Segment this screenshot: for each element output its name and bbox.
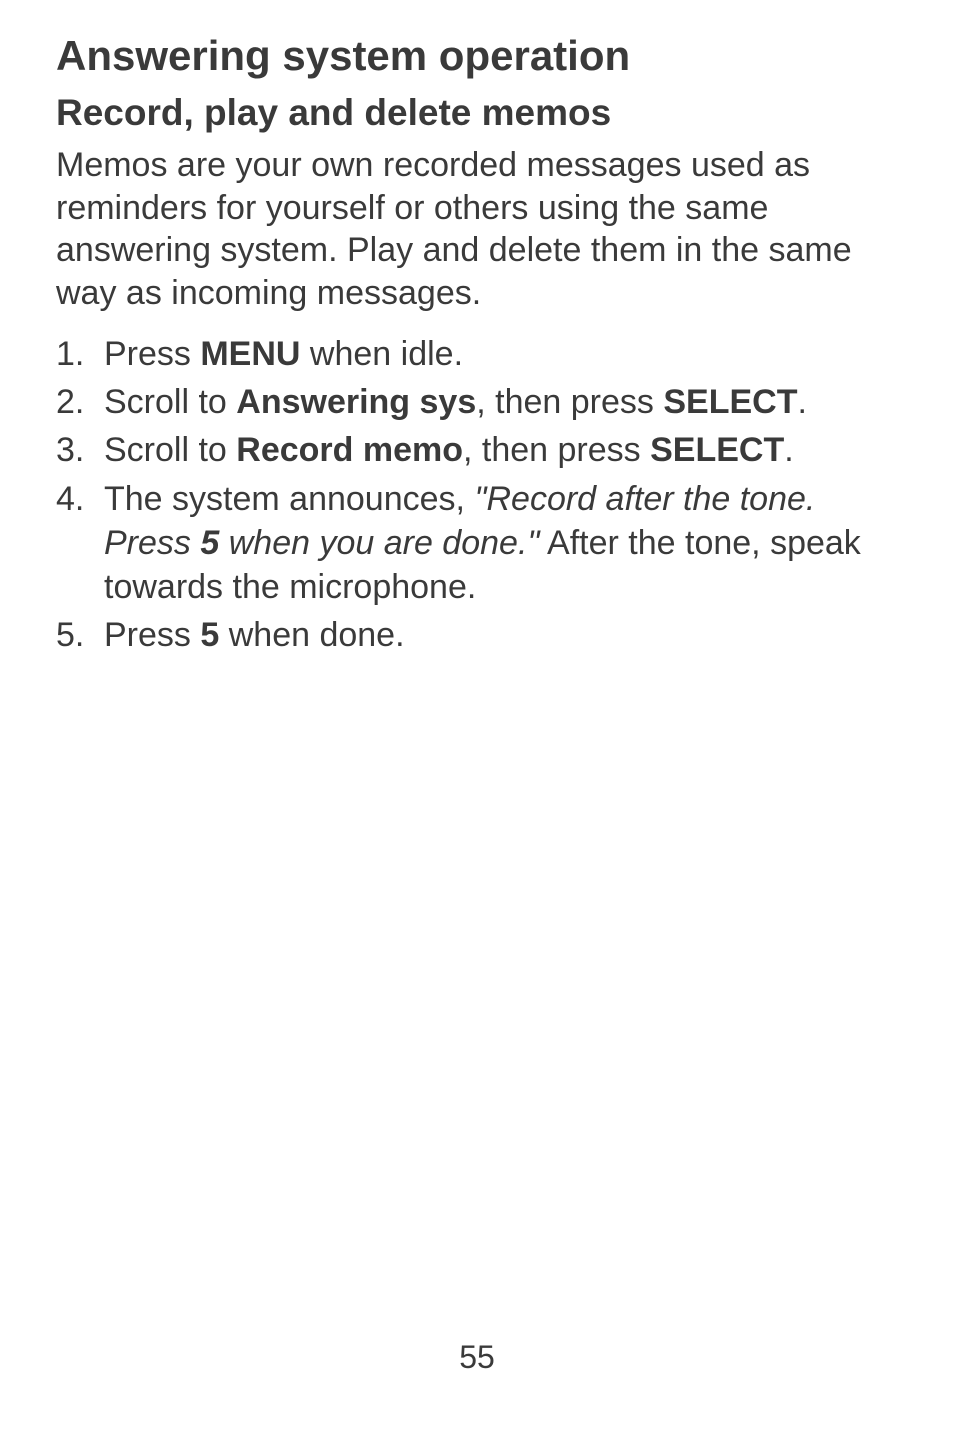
steps-list: Press MENU when idle. Scroll to Answerin… [56,332,898,657]
step-4: The system announces, "Record after the … [56,477,898,610]
step-text: when done. [219,616,404,654]
section-heading: Record, play and delete memos [56,92,898,134]
step-text: Scroll to [104,383,236,421]
step-bold: Answering sys [236,383,476,421]
step-1: Press MENU when idle. [56,332,898,376]
step-bold: SELECT [650,431,784,469]
step-text: The system announces, [104,480,474,518]
step-2: Scroll to Answering sys, then press SELE… [56,380,898,424]
step-text: Press [104,335,200,373]
step-bold: SELECT [663,383,797,421]
step-bold: 5 [200,616,219,654]
step-italic: when you are done." [219,524,539,562]
step-text: Scroll to [104,431,236,469]
step-text: Press [104,616,200,654]
step-text: . [797,383,806,421]
step-bold-italic: 5 [200,524,219,562]
step-3: Scroll to Record memo, then press SELECT… [56,428,898,472]
step-5: Press 5 when done. [56,613,898,657]
step-bold: MENU [200,335,300,373]
step-text: . [784,431,793,469]
step-bold: Record memo [236,431,463,469]
page-title: Answering system operation [56,32,898,80]
step-text: , then press [476,383,663,421]
step-text: when idle. [300,335,463,373]
page-number: 55 [0,1339,954,1376]
intro-paragraph: Memos are your own recorded messages use… [56,144,898,314]
step-text: , then press [463,431,650,469]
